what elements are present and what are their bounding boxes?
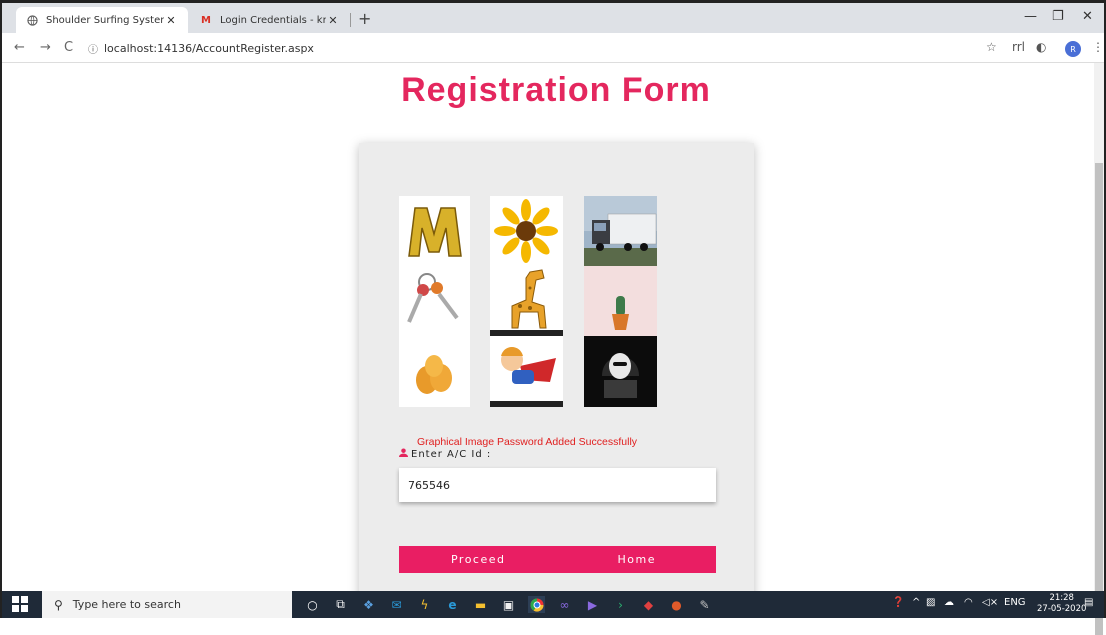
- clock-time: 21:28: [1049, 593, 1074, 603]
- extension-icon[interactable]: rrl: [1012, 40, 1025, 54]
- chevron-up-icon[interactable]: ^: [912, 597, 920, 608]
- windows-taskbar: ⚲ Type here to search ○ ⧉ ❖ ✉ ϟ e ▬ ▣ ∞ …: [2, 591, 1104, 618]
- letter-m-image[interactable]: [399, 196, 470, 266]
- proceed-button[interactable]: Proceed: [399, 546, 558, 573]
- eggs-image[interactable]: [399, 336, 470, 407]
- reload-icon[interactable]: C: [64, 40, 73, 55]
- page-title: Registration Form: [401, 71, 711, 109]
- tab-separator: [350, 13, 351, 27]
- tab-login-credentials[interactable]: M Login Credentials - krashmi1510 ✕: [190, 7, 350, 33]
- success-message: Graphical Image Password Added Successfu…: [417, 436, 638, 448]
- bookmark-star-icon[interactable]: ☆: [986, 40, 997, 54]
- globe-icon: [26, 14, 38, 26]
- file-explorer-icon[interactable]: ▬: [472, 596, 489, 613]
- address-bar[interactable]: ⓘ localhost:14136/AccountRegister.aspx: [88, 37, 976, 59]
- gmail-icon: M: [201, 14, 211, 26]
- page-scrollbar[interactable]: [1094, 63, 1104, 635]
- powerpoint-icon[interactable]: ●: [668, 596, 685, 613]
- cloud-icon[interactable]: ☁: [944, 597, 954, 608]
- sunflower-image[interactable]: [490, 196, 563, 266]
- browser-toolbar: ← → C ⓘ localhost:14136/AccountRegister.…: [2, 33, 1104, 63]
- cortana-icon[interactable]: ○: [304, 596, 321, 613]
- tab-close-icon[interactable]: ✕: [164, 14, 178, 27]
- user-icon: [399, 448, 408, 460]
- home-button[interactable]: Home: [558, 546, 717, 573]
- network-icon[interactable]: ▨: [926, 597, 935, 608]
- media-icon[interactable]: ◆: [640, 596, 657, 613]
- task-view-icon[interactable]: ⧉: [332, 596, 349, 613]
- giraffe-image[interactable]: [490, 266, 563, 336]
- windows-start-icon[interactable]: [12, 596, 28, 612]
- truck-image[interactable]: [584, 196, 657, 266]
- search-placeholder: Type here to search: [72, 598, 181, 611]
- registration-card: Graphical Image Password Added Successfu…: [359, 143, 754, 591]
- extension-circle-icon[interactable]: ◐: [1036, 40, 1046, 54]
- account-id-input[interactable]: [399, 468, 716, 502]
- bolt-icon[interactable]: ϟ: [416, 596, 433, 613]
- taskbar-search-box[interactable]: ⚲ Type here to search: [42, 591, 292, 618]
- new-tab-button[interactable]: +: [358, 9, 371, 28]
- dropbox-icon[interactable]: ❖: [360, 596, 377, 613]
- back-arrow-icon[interactable]: ←: [14, 40, 25, 55]
- superhero-image[interactable]: [490, 336, 563, 407]
- infinity-icon[interactable]: ∞: [556, 596, 573, 613]
- action-bar: Proceed Home: [399, 546, 716, 573]
- keys-image[interactable]: [399, 266, 470, 336]
- forward-arrow-icon[interactable]: →: [40, 40, 51, 55]
- close-window-button[interactable]: ✕: [1082, 9, 1093, 24]
- tab-close-icon[interactable]: ✕: [326, 14, 340, 27]
- tab-label: Login Credentials - krashmi1510: [220, 14, 326, 26]
- minimize-button[interactable]: —: [1024, 9, 1037, 24]
- account-label-text: Enter A/C Id :: [411, 448, 492, 460]
- help-icon[interactable]: ❓: [892, 597, 904, 608]
- tab-shoulder-surfing[interactable]: Shoulder Surfing System ✕: [16, 7, 188, 33]
- maximize-button[interactable]: ❐: [1052, 9, 1064, 24]
- url-text: localhost:14136/AccountRegister.aspx: [104, 41, 314, 55]
- account-label: Enter A/C Id :: [399, 448, 491, 460]
- profile-avatar[interactable]: R: [1065, 41, 1081, 57]
- clock[interactable]: 21:28 27-05-2020: [1037, 593, 1086, 615]
- tab-label: Shoulder Surfing System: [46, 14, 164, 26]
- volume-icon[interactable]: ◁×: [982, 597, 998, 608]
- browser-window: Shoulder Surfing System ✕ M Login Creden…: [0, 0, 1106, 635]
- terminal-icon[interactable]: ›: [612, 596, 629, 613]
- store-icon[interactable]: ▣: [500, 596, 517, 613]
- page-content: Registration Form Graphical Image Passwo…: [2, 63, 1104, 591]
- edge-icon[interactable]: e: [444, 596, 461, 613]
- paint-icon[interactable]: ✎: [696, 596, 713, 613]
- scroll-thumb[interactable]: [1095, 163, 1103, 635]
- menu-kebab-icon[interactable]: ⋮: [1092, 40, 1104, 54]
- hacker-image[interactable]: [584, 336, 657, 407]
- cactus-image[interactable]: [584, 266, 657, 336]
- mail-icon[interactable]: ✉: [388, 596, 405, 613]
- tab-strip: Shoulder Surfing System ✕ M Login Creden…: [2, 3, 1104, 33]
- info-icon: ⓘ: [88, 44, 98, 56]
- visual-studio-icon[interactable]: ▶: [584, 596, 601, 613]
- language-indicator[interactable]: ENG: [1004, 597, 1026, 608]
- chrome-icon[interactable]: [528, 596, 545, 613]
- search-icon: ⚲: [54, 597, 63, 612]
- notification-center-icon[interactable]: ▤: [1084, 597, 1093, 608]
- clock-date: 27-05-2020: [1037, 604, 1087, 614]
- wifi-icon[interactable]: ◠: [964, 597, 973, 608]
